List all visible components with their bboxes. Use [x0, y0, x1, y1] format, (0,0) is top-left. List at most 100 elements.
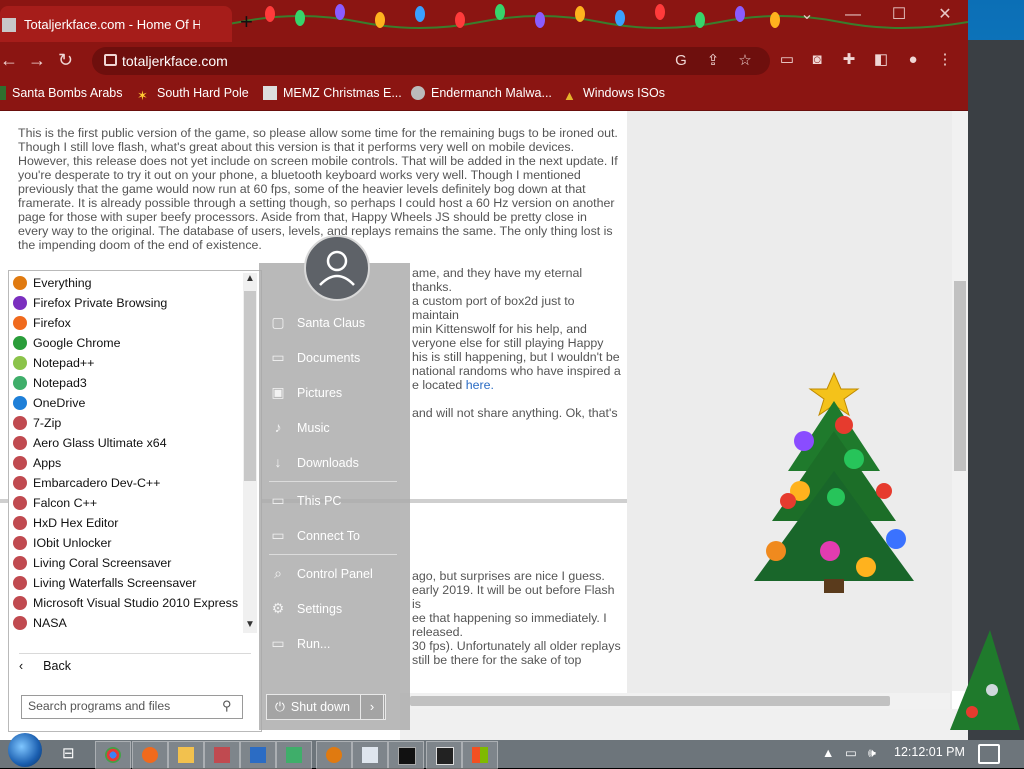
share-icon[interactable]: ⇪	[704, 52, 722, 70]
program-item[interactable]: Microsoft Visual Studio 2010 Express	[13, 593, 238, 613]
place-run[interactable]: ▭ Run...	[269, 632, 330, 654]
taskbar-chrome[interactable]	[95, 741, 131, 769]
minimize-button[interactable]: —	[830, 0, 876, 30]
taskbar-app[interactable]	[204, 741, 240, 769]
place-downloads[interactable]: ↓ Downloads	[269, 451, 359, 473]
program-item[interactable]: Firefox Private Browsing	[13, 293, 167, 313]
program-item[interactable]: Embarcadero Dev-C++	[13, 473, 160, 493]
program-item[interactable]: Living Coral Screensaver	[13, 553, 171, 573]
reload-icon[interactable]: ↻	[58, 50, 73, 70]
program-icon	[13, 496, 27, 510]
place-label: Connect To	[297, 529, 361, 543]
text-line: his is still happening, but I wouldn't b…	[412, 350, 620, 364]
bookmark-item[interactable]: ▲ Windows ISOs	[563, 86, 665, 103]
taskbar-app[interactable]	[316, 741, 352, 769]
programs-scrollbar[interactable]: ▲ ▼	[243, 273, 257, 633]
program-icon	[13, 396, 27, 410]
place-music[interactable]: ♪ Music	[269, 416, 330, 438]
program-label: 7-Zip	[33, 416, 62, 430]
article-paragraph: This is the first public version of the …	[18, 126, 618, 252]
tab-totaljerkface[interactable]: Totaljerkface.com - Home Of Ha	[0, 6, 232, 42]
here-link[interactable]: here.	[466, 378, 494, 392]
place-label: Control Panel	[297, 567, 373, 581]
place-settings[interactable]: ⚙ Settings	[269, 597, 342, 619]
google-icon[interactable]: G	[672, 52, 690, 70]
taskbar-app[interactable]	[388, 741, 424, 769]
place-user[interactable]: ▢ Santa Claus	[269, 311, 365, 333]
program-item[interactable]: Google Chrome	[13, 333, 120, 353]
maximize-button[interactable]: ☐	[876, 0, 922, 30]
taskbar-app[interactable]	[132, 741, 168, 769]
pictures-icon: ▣	[271, 384, 285, 400]
start-button[interactable]	[8, 733, 42, 767]
show-hidden-icons[interactable]: ▲	[822, 744, 834, 762]
bookmark-item[interactable]: MEMZ Christmas E...	[263, 86, 402, 100]
notifications-icon[interactable]	[978, 744, 1000, 764]
network-icon[interactable]: ▭	[845, 744, 857, 762]
taskbar-app[interactable]	[426, 741, 462, 769]
program-item[interactable]: Apps	[13, 453, 61, 473]
place-control-panel[interactable]: ⌕ Control Panel	[269, 562, 373, 584]
program-icon	[13, 616, 27, 630]
taskbar-app[interactable]	[168, 741, 204, 769]
back-arrow-icon[interactable]: ←	[0, 50, 18, 70]
scrollbar-thumb[interactable]	[244, 291, 256, 481]
tab-search-icon[interactable]: ⌄	[784, 0, 830, 30]
menu-kebab-icon[interactable]: ⋮	[936, 51, 954, 69]
side-panel-icon[interactable]: ◧	[872, 51, 890, 69]
profile-icon[interactable]: ●	[904, 51, 922, 69]
search-input[interactable]: Search programs and files ⚲	[21, 695, 243, 719]
close-button[interactable]: ✕	[922, 0, 968, 30]
scroll-down-icon[interactable]: ▼	[245, 619, 255, 630]
place-pictures[interactable]: ▣ Pictures	[269, 381, 342, 403]
program-label: IObit Unlocker	[33, 536, 112, 550]
user-icon: ▢	[271, 314, 285, 330]
program-item[interactable]: NASA	[13, 613, 67, 633]
program-item[interactable]: Living Waterfalls Screensaver	[13, 573, 196, 593]
taskbar-app[interactable]	[240, 741, 276, 769]
extension-glasses-icon[interactable]: ◙	[808, 51, 826, 69]
new-tab-button[interactable]: +	[240, 11, 253, 33]
program-icon	[13, 336, 27, 350]
store-icon	[472, 747, 488, 763]
extensions-puzzle-icon[interactable]: ✚	[840, 51, 858, 69]
control-panel-icon: ⌕	[274, 565, 282, 581]
scrollbar-thumb[interactable]	[410, 696, 890, 706]
scroll-up-icon[interactable]: ▲	[245, 273, 255, 284]
program-item[interactable]: Notepad3	[13, 373, 87, 393]
address-bar[interactable]: totaljerkface.com G ⇪ ☆	[92, 47, 770, 75]
taskbar-app[interactable]	[276, 741, 312, 769]
extension-flag-icon[interactable]: ▭	[778, 51, 796, 69]
place-documents[interactable]: ▭ Documents	[269, 346, 360, 368]
program-item[interactable]: HxD Hex Editor	[13, 513, 118, 533]
shutdown-options-button[interactable]: ›	[360, 694, 384, 720]
forward-arrow-icon[interactable]: →	[28, 50, 46, 70]
clock[interactable]: 12:12:01 PM	[894, 745, 965, 759]
scrollbar-thumb[interactable]	[954, 281, 966, 471]
bookmark-item[interactable]: ✶ South Hard Pole	[137, 86, 249, 103]
place-label: Downloads	[297, 456, 359, 470]
program-item[interactable]: Falcon C++	[13, 493, 97, 513]
back-button[interactable]: ‹ Back	[19, 659, 71, 673]
horizontal-scrollbar[interactable]	[400, 693, 950, 709]
program-item[interactable]: Everything	[13, 273, 92, 293]
place-connect-to[interactable]: ▭ Connect To	[269, 524, 360, 546]
task-view-icon[interactable]: ⊟	[62, 744, 75, 762]
program-item[interactable]: Notepad++	[13, 353, 94, 373]
shutdown-label: Shut down	[290, 700, 350, 714]
bookmark-star-icon[interactable]: ☆	[736, 52, 754, 70]
place-this-pc[interactable]: ▭ This PC	[269, 489, 341, 511]
program-item[interactable]: Aero Glass Ultimate x64	[13, 433, 167, 453]
program-item[interactable]: IObit Unlocker	[13, 533, 112, 553]
bookmark-item[interactable]: Santa Bombs Arabs	[0, 86, 122, 100]
taskbar-app[interactable]	[352, 741, 388, 769]
text-line: early 2019. It will be out before Flash …	[412, 583, 615, 611]
program-item[interactable]: OneDrive	[13, 393, 85, 413]
vertical-scrollbar[interactable]	[952, 111, 968, 691]
bookmark-item[interactable]: Endermanch Malwa...	[411, 86, 552, 100]
volume-icon[interactable]: 🕪	[868, 744, 876, 762]
program-item[interactable]: Firefox	[13, 313, 71, 333]
user-avatar[interactable]	[304, 235, 370, 301]
program-item[interactable]: 7-Zip	[13, 413, 61, 433]
taskbar-app[interactable]	[462, 741, 498, 769]
